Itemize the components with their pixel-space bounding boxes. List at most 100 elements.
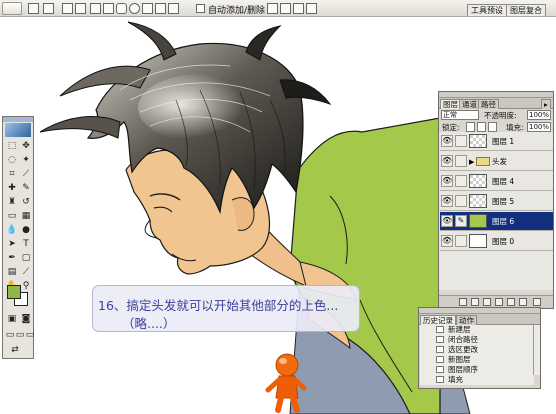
slice-tool-icon[interactable]: ⟋ bbox=[20, 168, 32, 180]
history-state-icon bbox=[436, 376, 444, 383]
link-icon[interactable] bbox=[455, 235, 467, 247]
zoom-tool-icon[interactable]: ⚲ bbox=[20, 280, 32, 292]
marquee-tool-icon[interactable]: ⬚ bbox=[6, 140, 18, 152]
auto-add-delete-label: 自动添加/删除 bbox=[208, 6, 266, 16]
lock-position-icon[interactable] bbox=[488, 122, 497, 132]
brush-tool-icon[interactable]: ✎ bbox=[20, 182, 32, 194]
new-group-icon[interactable] bbox=[507, 298, 515, 306]
layer-row-4[interactable]: 👁 图层 4 bbox=[440, 172, 553, 191]
layer-name: 头发 bbox=[492, 157, 507, 166]
layer-row-5[interactable]: 👁 图层 5 bbox=[440, 192, 553, 211]
tab-actions[interactable]: 动作 bbox=[456, 315, 477, 325]
history-item[interactable]: 新建层 bbox=[420, 325, 534, 335]
ellipse-icon[interactable] bbox=[129, 3, 140, 14]
link-layers-icon[interactable] bbox=[459, 298, 467, 306]
tab-paths[interactable]: 路径 bbox=[478, 99, 499, 109]
history-item[interactable]: 新图层 bbox=[420, 355, 534, 365]
jump-to-imageready-icon[interactable]: ⇄ bbox=[9, 344, 21, 356]
link-icon[interactable] bbox=[455, 155, 467, 167]
dodge-tool-icon[interactable]: ● bbox=[20, 224, 32, 236]
layer-comps-tab[interactable]: 图层复合 bbox=[506, 4, 546, 16]
pen-tool-icon[interactable]: ✒ bbox=[6, 252, 18, 264]
link-icon[interactable] bbox=[455, 175, 467, 187]
gradient-tool-icon[interactable]: ▦ bbox=[20, 210, 32, 222]
history-brush-tool-icon[interactable]: ↺ bbox=[20, 196, 32, 208]
polygon-icon[interactable] bbox=[142, 3, 153, 14]
opacity-input[interactable]: 100% bbox=[527, 110, 551, 120]
history-item[interactable]: 图层顺序 bbox=[420, 365, 534, 375]
rounded-rectangle-icon[interactable] bbox=[116, 3, 127, 14]
brush-icon[interactable]: ✎ bbox=[455, 215, 467, 227]
custom-shape-icon[interactable] bbox=[168, 3, 179, 14]
eye-icon[interactable]: 👁 bbox=[441, 195, 453, 207]
quick-mask-mode-icon[interactable]: ◙ bbox=[20, 313, 32, 325]
type-tool-icon[interactable]: T bbox=[20, 238, 32, 250]
tab-channels[interactable]: 通道 bbox=[459, 99, 480, 109]
lock-transparent-icon[interactable] bbox=[466, 122, 475, 132]
shape-tool-icon[interactable]: ▢ bbox=[20, 252, 32, 264]
delete-layer-icon[interactable] bbox=[533, 298, 541, 306]
crop-tool-icon[interactable]: ⌗ bbox=[6, 168, 18, 180]
eye-icon[interactable]: 👁 bbox=[441, 175, 453, 187]
paths-icon[interactable] bbox=[62, 3, 73, 14]
auto-add-delete-checkbox[interactable] bbox=[196, 4, 205, 13]
pen-icon[interactable] bbox=[28, 3, 39, 14]
blend-mode-select[interactable]: 正常 bbox=[441, 110, 479, 120]
eye-icon[interactable]: 👁 bbox=[441, 155, 453, 167]
freeform-pen-icon[interactable] bbox=[90, 3, 101, 14]
tutorial-caption: 16、搞定头发就可以开始其他部分的上色... （略....） bbox=[92, 285, 360, 332]
history-item[interactable]: 填充 bbox=[420, 375, 534, 385]
history-item[interactable]: 闭合路径 bbox=[420, 335, 534, 345]
eye-icon[interactable]: 👁 bbox=[441, 135, 453, 147]
eye-icon[interactable]: 👁 bbox=[441, 215, 453, 227]
layer-row-0[interactable]: 👁 图层 0 bbox=[440, 232, 553, 251]
link-icon[interactable] bbox=[455, 195, 467, 207]
adobe-online-icon[interactable] bbox=[5, 123, 31, 137]
layer-row-6[interactable]: 👁 ✎ 图层 6 bbox=[440, 212, 553, 231]
lock-image-icon[interactable] bbox=[477, 122, 486, 132]
history-state-icon bbox=[436, 346, 444, 353]
eyedropper-tool-icon[interactable]: ⟋ bbox=[20, 266, 32, 278]
healing-brush-tool-icon[interactable]: ✚ bbox=[6, 182, 18, 194]
panel-menu-arrow-icon[interactable]: ▸ bbox=[541, 99, 551, 109]
eye-icon[interactable]: 👁 bbox=[441, 235, 453, 247]
move-tool-icon[interactable]: ✥ bbox=[20, 140, 32, 152]
layer-mask-icon[interactable] bbox=[483, 298, 491, 306]
exclude-path-icon[interactable] bbox=[306, 3, 317, 14]
add-to-path-icon[interactable] bbox=[267, 3, 278, 14]
foreground-color-swatch[interactable] bbox=[7, 285, 21, 299]
magic-wand-tool-icon[interactable]: ✦ bbox=[20, 154, 32, 166]
layer-style-icon[interactable] bbox=[471, 298, 479, 306]
notes-tool-icon[interactable]: ▤ bbox=[6, 266, 18, 278]
blur-tool-icon[interactable]: 💧 bbox=[6, 224, 18, 236]
tool-preset-picker[interactable] bbox=[2, 2, 22, 15]
adjustment-layer-icon[interactable] bbox=[495, 298, 503, 306]
line-icon[interactable] bbox=[155, 3, 166, 14]
fill-input[interactable]: 100% bbox=[527, 122, 551, 132]
link-icon[interactable] bbox=[455, 135, 467, 147]
tab-layers[interactable]: 图层 bbox=[440, 99, 461, 109]
rectangle-icon[interactable] bbox=[103, 3, 114, 14]
layer-thumbnail bbox=[469, 174, 487, 188]
layer-row-hair-group[interactable]: 👁 ▶ 头发 bbox=[440, 152, 553, 171]
history-scrollbar[interactable] bbox=[533, 325, 540, 375]
toolbox-titlebar[interactable] bbox=[3, 117, 33, 122]
layers-panel-tabs: 图层 通道 路径 ▸ bbox=[439, 98, 553, 109]
tab-history[interactable]: 历史记录 bbox=[420, 315, 456, 325]
screen-mode-full-icon[interactable]: ▭ bbox=[24, 329, 36, 341]
path-selection-tool-icon[interactable]: ➤ bbox=[6, 238, 18, 250]
new-layer-icon[interactable] bbox=[519, 298, 527, 306]
eraser-tool-icon[interactable]: ▭ bbox=[6, 210, 18, 222]
shape-layers-icon[interactable] bbox=[43, 3, 54, 14]
history-item[interactable]: 选区更改 bbox=[420, 345, 534, 355]
expand-triangle-icon[interactable]: ▶ bbox=[469, 158, 474, 166]
fill-pixels-icon[interactable] bbox=[75, 3, 86, 14]
tool-presets-tab[interactable]: 工具预设 bbox=[467, 4, 507, 16]
intersect-path-icon[interactable] bbox=[293, 3, 304, 14]
history-state-icon bbox=[436, 366, 444, 373]
clone-stamp-tool-icon[interactable]: ♜ bbox=[6, 196, 18, 208]
layer-row-1[interactable]: 👁 图层 1 bbox=[440, 132, 553, 151]
standard-mode-icon[interactable]: ▣ bbox=[6, 313, 18, 325]
subtract-path-icon[interactable] bbox=[280, 3, 291, 14]
lasso-tool-icon[interactable]: ◌ bbox=[6, 154, 18, 166]
